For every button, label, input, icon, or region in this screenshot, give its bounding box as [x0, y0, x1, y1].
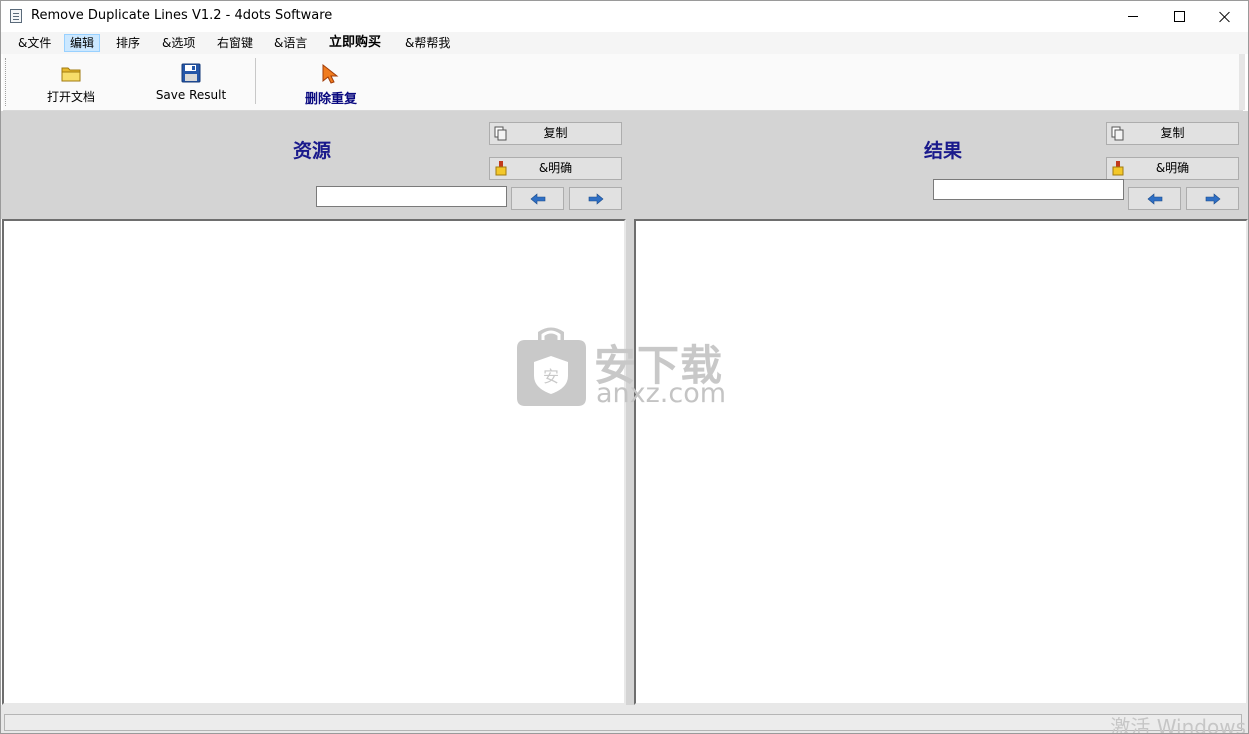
result-copy-label: 复制	[1160, 126, 1185, 140]
panel-header-area: 资源 复制 &明确 结果 复制 &明确	[1, 111, 1248, 219]
menu-context[interactable]: 右窗键	[212, 34, 258, 52]
title-bar: Remove Duplicate Lines V1.2 - 4dots Soft…	[1, 1, 1248, 32]
result-copy-button[interactable]: 复制	[1106, 122, 1239, 145]
toolbar-overflow[interactable]	[1239, 54, 1245, 110]
save-result-label: Save Result	[155, 88, 227, 102]
menu-file[interactable]: &文件	[13, 34, 56, 52]
result-search-input[interactable]	[933, 179, 1124, 200]
minimize-icon	[1128, 16, 1138, 17]
activate-windows-text: 激活 Windows	[1110, 715, 1246, 734]
result-clear-label: &明确	[1155, 161, 1190, 175]
menu-sort[interactable]: 排序	[111, 34, 145, 52]
floppy-disk-icon	[181, 63, 201, 83]
result-next-button[interactable]	[1186, 187, 1239, 210]
window-title: Remove Duplicate Lines V1.2 - 4dots Soft…	[31, 8, 333, 23]
arrow-left-icon	[530, 192, 545, 205]
shield-icon: 安	[517, 327, 586, 406]
toolbar-grip[interactable]	[5, 58, 8, 106]
toolbar-separator	[255, 58, 256, 104]
menu-buy-now[interactable]: 立即购买	[324, 34, 386, 52]
folder-icon	[61, 67, 81, 82]
status-area: 激活 Windows	[1, 705, 1248, 733]
menu-edit[interactable]: 编辑	[64, 34, 101, 52]
copy-icon	[494, 126, 507, 141]
maximize-icon	[1173, 11, 1185, 22]
remove-duplicates-label: 删除重复	[304, 92, 357, 107]
source-textarea[interactable]	[2, 219, 626, 705]
menu-help[interactable]: &帮帮我	[400, 34, 455, 52]
result-prev-button[interactable]	[1128, 187, 1181, 210]
result-clear-button[interactable]: &明确	[1106, 157, 1239, 180]
menu-bar: &文件 编辑 排序 &选项 右窗键 &语言 立即购买 &帮帮我	[1, 32, 1248, 54]
arrow-right-icon	[588, 192, 603, 205]
result-textarea[interactable]	[634, 219, 1248, 705]
source-clear-button[interactable]: &明确	[489, 157, 622, 180]
document-icon	[10, 9, 22, 23]
close-icon	[1219, 11, 1231, 23]
watermark-shield-char: 安	[543, 367, 559, 386]
toolbar: 打开文档 Save Result 删除重复	[3, 54, 1245, 111]
result-panel-title: 结果	[924, 140, 963, 162]
menu-options[interactable]: &选项	[157, 34, 200, 52]
arrow-right-icon	[1205, 192, 1220, 205]
watermark: 安 安下载 anxz.com	[516, 326, 736, 409]
status-bar	[4, 714, 1242, 731]
watermark-brand-en: anxz.com	[596, 378, 727, 409]
source-search-input[interactable]	[316, 186, 507, 207]
menu-language[interactable]: &语言	[269, 34, 312, 52]
source-clear-label: &明确	[538, 161, 573, 175]
source-copy-button[interactable]: 复制	[489, 122, 622, 145]
copy-icon	[1111, 126, 1124, 141]
source-next-button[interactable]	[569, 187, 622, 210]
app-window: Remove Duplicate Lines V1.2 - 4dots Soft…	[0, 0, 1249, 734]
eraser-icon	[1112, 161, 1124, 176]
eraser-icon	[495, 161, 507, 176]
source-copy-label: 复制	[543, 126, 568, 140]
source-panel-title: 资源	[293, 140, 332, 162]
arrow-left-icon	[1147, 192, 1162, 205]
open-document-button[interactable]: 打开文档	[33, 58, 109, 106]
minimize-button[interactable]	[1110, 1, 1156, 32]
save-result-button[interactable]: Save Result	[153, 58, 229, 106]
remove-duplicates-button[interactable]: 删除重复	[293, 58, 369, 107]
maximize-button[interactable]	[1156, 1, 1202, 32]
source-prev-button[interactable]	[511, 187, 564, 210]
panel-splitter[interactable]	[626, 219, 634, 705]
cursor-arrow-icon	[322, 63, 339, 84]
close-button[interactable]	[1202, 1, 1248, 32]
open-document-label: 打开文档	[46, 90, 95, 104]
